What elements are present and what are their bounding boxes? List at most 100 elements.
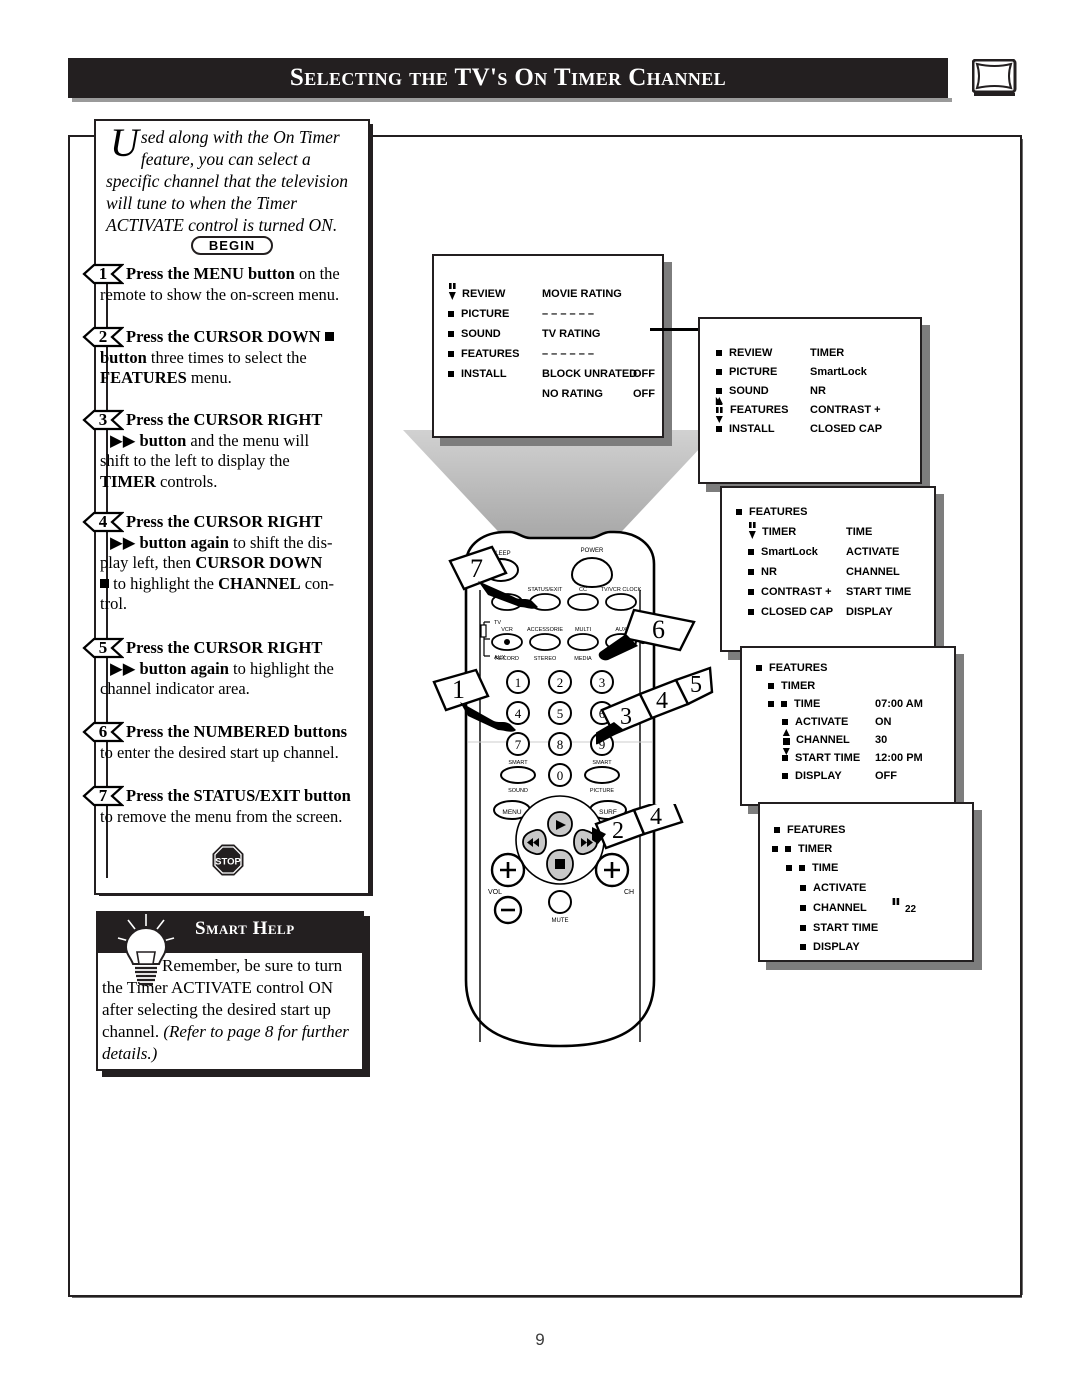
osd-review-menu: REVIEW PICTURE SOUND FEATURES INSTALL MO…	[432, 254, 664, 438]
osd-1-right-5: NO RATING	[542, 388, 603, 400]
remote-label-smart-1: SMART	[508, 760, 528, 766]
step-7-text: Press the STATUS/EXIT button	[126, 786, 351, 805]
stop-badge: STOP	[212, 844, 244, 876]
osd-5-row-3-label: START TIME	[813, 922, 879, 934]
remote-label-picture: PICTURE	[590, 788, 614, 794]
osd-1-left-1: PICTURE	[461, 308, 510, 320]
step-4-text: Press the CURSOR RIGHT	[126, 512, 323, 531]
osd-timer-menu: FEATURES TIMER SmartLock NR CONTRAST + C…	[720, 486, 936, 652]
osd-1-right-2: TV RATING	[542, 328, 601, 340]
osd-2-left-4: INSTALL	[729, 423, 775, 435]
osd-1-bullet-1	[448, 311, 454, 317]
osd-1-right-5-val: OFF	[633, 388, 655, 400]
step-7-text-cont: to remove the menu from the screen.	[100, 806, 343, 826]
osd-2-right-4: CLOSED CAP	[810, 423, 883, 435]
remote-label-power: POWER	[581, 548, 604, 554]
osd-5-bullet-sub-a	[772, 846, 778, 852]
osd-4-row-0-label: TIME	[794, 698, 821, 710]
step-3-text-cont: ▶▶ button and the menu will	[110, 430, 310, 450]
remote-label-cc: CC	[579, 587, 587, 593]
smart-help-title: Smart Help	[195, 918, 295, 939]
osd-5-bullet-4	[800, 944, 806, 950]
osd-2-left-2: SOUND	[729, 385, 769, 397]
osd-2-bullet-2	[716, 388, 722, 394]
osd-2-right-3: CONTRAST +	[810, 404, 881, 416]
step-2-text-cont2: FEATURES menu.	[100, 368, 232, 387]
header-bar-shadow	[72, 98, 952, 102]
remote-key-2: 2	[557, 675, 564, 690]
step-2: 2 Press the CURSOR DOWN button three tim…	[82, 327, 368, 389]
step-3-text: Press the CURSOR RIGHT	[126, 410, 323, 429]
osd-2-right-1: SmartLock	[810, 366, 867, 378]
osd-2-bullet-4	[716, 426, 722, 432]
step-5-text-cont2: channel indicator area.	[100, 679, 250, 698]
osd-1-left-4: INSTALL	[461, 368, 507, 380]
osd-3-header: FEATURES	[749, 506, 808, 518]
remote-label-multi: MULTI	[575, 627, 592, 633]
step-4-text-cont: ▶▶ button again to shift the dis-	[110, 532, 333, 552]
osd-4-bullet-4	[782, 773, 788, 779]
smart-help-shadow-bottom	[102, 1071, 370, 1077]
osd-4-row-3-value: 12:00 PM	[875, 752, 923, 764]
tv-screen-icon	[971, 58, 1018, 97]
step-3: 3 Press the CURSOR RIGHT ▶▶ button and t…	[82, 410, 368, 492]
callout-6-label: 6	[652, 615, 665, 644]
step-3-text-cont3: TIMER controls.	[100, 471, 218, 491]
intro-text: sed along with the On Timer feature, you…	[106, 127, 349, 235]
osd-3-bullet-hdr	[736, 509, 742, 515]
osd-4-bullet-b	[781, 701, 787, 707]
step-4: 4 Press the CURSOR RIGHT ▶▶ button again…	[82, 512, 368, 615]
remote-key-0: 0	[557, 768, 564, 783]
page-number: 9	[535, 1330, 545, 1349]
osd-1-left-0: REVIEW	[462, 288, 506, 300]
osd-3-bullet-4	[748, 609, 754, 615]
osd-1-bullet-2	[448, 331, 454, 337]
osd-4-row-3-label: START TIME	[795, 752, 861, 764]
begin-badge: BEGIN	[191, 236, 273, 255]
cursor-right-glyph-3: ▶▶	[110, 658, 136, 678]
osd-5-bullet-a	[786, 865, 792, 871]
step-6: 6 Press the NUMBERED buttons to enter th…	[82, 722, 368, 763]
remote-label-menu: MENU	[502, 809, 521, 816]
cursor-down-glyph-2	[100, 578, 109, 588]
osd-2-bullet-1	[716, 369, 722, 375]
osd-3-bullet-2	[748, 569, 754, 575]
osd-4-row-1-label: ACTIVATE	[795, 716, 849, 728]
osd-3-right-3: START TIME	[846, 586, 912, 598]
osd-3-left-4: CLOSED CAP	[761, 606, 834, 618]
osd-features-menu: REVIEW PICTURE SOUND FEATURES INSTALL TI…	[698, 317, 922, 484]
osd-4-row-2-label: CHANNEL	[796, 734, 850, 746]
osd-timer-values-menu: FEATURES TIMER TIME ACTIVATE CHANNEL STA…	[740, 646, 956, 806]
osd-2-right-2: NR	[810, 385, 826, 397]
step-4-number: 4	[82, 511, 124, 533]
step-4-text-cont3: to highlight the CHANNEL con-	[100, 574, 368, 595]
osd-1-right-4: BLOCK UNRATED	[542, 368, 638, 380]
osd-5-bullet-sub-b	[785, 846, 791, 852]
callout-24: 2 4	[571, 796, 702, 879]
osd-4-row-2-value: 30	[875, 734, 888, 746]
step-3-text-cont2: shift to the left to display the	[100, 451, 290, 470]
osd-5-bullet-2	[800, 905, 806, 911]
osd-3-left-2: NR	[761, 566, 777, 578]
osd-5-row-1-label: ACTIVATE	[813, 882, 867, 894]
callout-4-label: 4	[656, 688, 668, 714]
step-2-text-cont: button three times to select the	[100, 347, 307, 367]
osd-3-bullet-1	[748, 549, 754, 555]
osd-4-row-1-value: ON	[875, 716, 892, 728]
step-1-text-cont: remote to show the on-screen menu.	[100, 284, 340, 304]
callout-3-label: 3	[620, 704, 632, 730]
osd-1-left-3: FEATURES	[461, 348, 520, 360]
cursor-updown-icon-1	[448, 282, 457, 307]
step-1: 1 Press the MENU button on the remote to…	[82, 264, 368, 305]
remote-key-5: 5	[557, 706, 564, 721]
step-5-text-cont: ▶▶ button again to highlight the	[110, 658, 334, 678]
step-2-text: Press the CURSOR DOWN	[100, 327, 368, 348]
step-5-number: 5	[82, 637, 124, 659]
step-3-number: 3	[82, 409, 124, 431]
callout-4b-label: 4	[650, 804, 662, 830]
callout-7-label: 7	[470, 554, 483, 583]
cursor-entry-icon-5	[892, 898, 901, 911]
smart-help-body: Remember, be sure to turn the Timer ACTI…	[100, 953, 360, 1065]
callout-5-label: 5	[690, 672, 702, 698]
osd-3-left-1: SmartLock	[761, 546, 818, 558]
